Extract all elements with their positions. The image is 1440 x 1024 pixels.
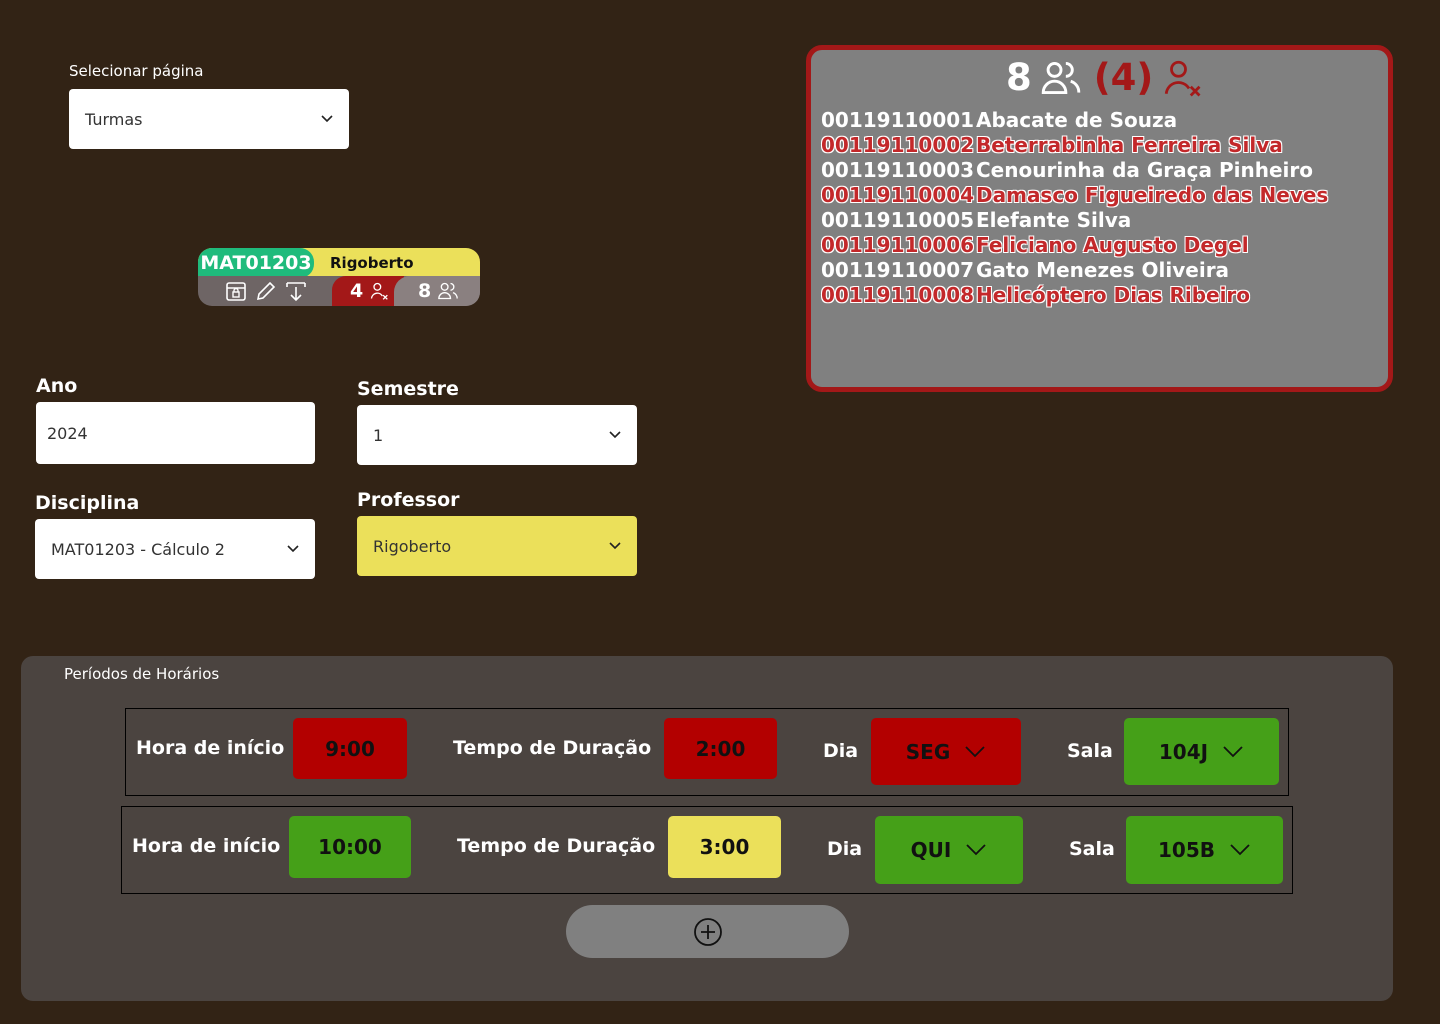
chevron-down-icon (966, 844, 986, 856)
class-professor: Rigoberto (330, 254, 414, 272)
student-id: 00119110002 (821, 132, 975, 157)
student-id: 00119110005 (821, 207, 975, 232)
student-row: 00119110001 Abacate de Souza (821, 107, 1328, 132)
student-row: 00119110002 Beterrabinha Ferreira Silva (821, 132, 1328, 157)
panel-failing: (4) (1093, 56, 1154, 99)
professor-select[interactable]: Rigoberto (357, 516, 637, 576)
duration-field[interactable]: 3:00 (668, 816, 781, 878)
start-time-field[interactable]: 10:00 (289, 816, 411, 878)
student-row: 00119110003 Cenourinha da Graça Pinheiro (821, 157, 1328, 182)
room-label: Sala (1069, 838, 1115, 860)
add-period-button[interactable] (566, 905, 849, 958)
user-x-icon (371, 282, 389, 300)
chevron-down-icon (609, 542, 621, 550)
ano-input[interactable]: 2024 (36, 402, 315, 464)
duration-label: Tempo de Duração (453, 737, 652, 759)
panel-header: 8 (4) (1006, 56, 1203, 99)
disciplina-value: MAT01203 - Cálculo 2 (51, 539, 225, 559)
room-value: 104J (1158, 739, 1209, 764)
start-time-value: 10:00 (318, 835, 382, 859)
students-badge: 8 (394, 276, 480, 306)
chevron-down-icon (1223, 745, 1243, 757)
day-value: QUI (910, 838, 952, 862)
student-list: 00119110001 Abacate de Souza 00119110002 Be… (821, 107, 1328, 307)
student-row: 00119110008 Helicóptero Dias Ribeiro (821, 282, 1328, 307)
day-value: SEG (905, 739, 951, 764)
chevron-down-icon (609, 431, 621, 439)
users-icon (438, 282, 459, 300)
student-row: 00119110005 Elefante Silva (821, 207, 1328, 232)
start-label: Hora de início (136, 737, 285, 759)
duration-value: 3:00 (699, 835, 750, 859)
room-select[interactable]: 104J (1124, 718, 1279, 785)
periods-section: Períodos de Horários Hora de início 9:00… (21, 656, 1393, 1001)
chevron-down-icon (1230, 844, 1250, 856)
student-name: Gato Menezes Oliveira (976, 257, 1230, 282)
chevron-down-icon (287, 545, 299, 553)
student-name: Helicóptero Dias Ribeiro (976, 282, 1251, 307)
student-name: Beterrabinha Ferreira Silva (976, 132, 1283, 157)
student-name: Cenourinha da Graça Pinheiro (976, 157, 1313, 182)
semestre-select[interactable]: 1 (357, 405, 637, 465)
student-id: 00119110008 (821, 282, 975, 307)
room-label: Sala (1067, 740, 1113, 762)
professor-label: Professor (357, 489, 460, 511)
class-code: MAT01203 (198, 248, 314, 278)
semestre-label: Semestre (357, 378, 459, 400)
student-id: 00119110007 (821, 257, 975, 282)
day-label: Dia (827, 838, 863, 860)
start-label: Hora de início (132, 835, 281, 857)
ano-value: 2024 (47, 423, 88, 443)
student-name: Damasco Figueiredo das Neves (976, 182, 1329, 207)
download-icon[interactable] (284, 279, 308, 303)
students-panel: 8 (4) 00119110001 Abacate de Souza 0011911… (806, 45, 1393, 392)
duration-value: 2:00 (695, 736, 746, 761)
chevron-down-icon (321, 115, 333, 123)
student-row: 00119110007 Gato Menezes Oliveira (821, 257, 1328, 282)
disciplina-label: Disciplina (35, 492, 140, 514)
duration-field[interactable]: 2:00 (664, 718, 777, 779)
page-select[interactable]: Turmas (69, 89, 349, 149)
student-id: 00119110003 (821, 157, 975, 182)
panel-total: 8 (1006, 56, 1032, 99)
users-icon (1041, 61, 1080, 94)
class-card[interactable]: MAT01203 Rigoberto 4 8 (198, 248, 480, 306)
day-label: Dia (823, 740, 859, 762)
semestre-value: 1 (373, 425, 384, 445)
student-row: 00119110006 Feliciano Augusto Degel (821, 232, 1328, 257)
pencil-icon[interactable] (254, 279, 278, 303)
room-select[interactable]: 105B (1126, 816, 1283, 884)
period-row: Hora de início 9:00 Tempo de Duração 2:0… (125, 708, 1289, 796)
student-id: 00119110004 (821, 182, 975, 207)
student-name: Elefante Silva (976, 207, 1132, 232)
ano-label: Ano (36, 375, 78, 397)
page-select-value: Turmas (85, 109, 143, 129)
periods-title: Períodos de Horários (64, 665, 220, 683)
professor-value: Rigoberto (373, 536, 452, 556)
user-x-icon (1165, 60, 1201, 96)
student-row: 00119110004 Damasco Figueiredo das Neves (821, 182, 1328, 207)
student-name: Abacate de Souza (976, 107, 1178, 132)
student-id: 00119110001 (821, 107, 975, 132)
failing-count: 4 (350, 280, 364, 302)
day-select[interactable]: QUI (875, 816, 1023, 884)
student-count: 8 (418, 280, 432, 302)
start-time-field[interactable]: 9:00 (293, 718, 407, 779)
disciplina-select[interactable]: MAT01203 - Cálculo 2 (35, 519, 315, 579)
chevron-down-icon (965, 745, 985, 757)
student-name: Feliciano Augusto Degel (976, 232, 1249, 257)
plus-circle-icon (693, 917, 722, 946)
page-select-label: Selecionar página (69, 62, 204, 80)
room-value: 105B (1158, 838, 1215, 862)
calendar-lock-icon[interactable] (224, 279, 248, 303)
period-row: Hora de início 10:00 Tempo de Duração 3:… (121, 806, 1293, 894)
duration-label: Tempo de Duração (457, 835, 656, 857)
day-select[interactable]: SEG (871, 718, 1021, 785)
student-id: 00119110006 (821, 232, 975, 257)
start-time-value: 9:00 (325, 736, 375, 761)
